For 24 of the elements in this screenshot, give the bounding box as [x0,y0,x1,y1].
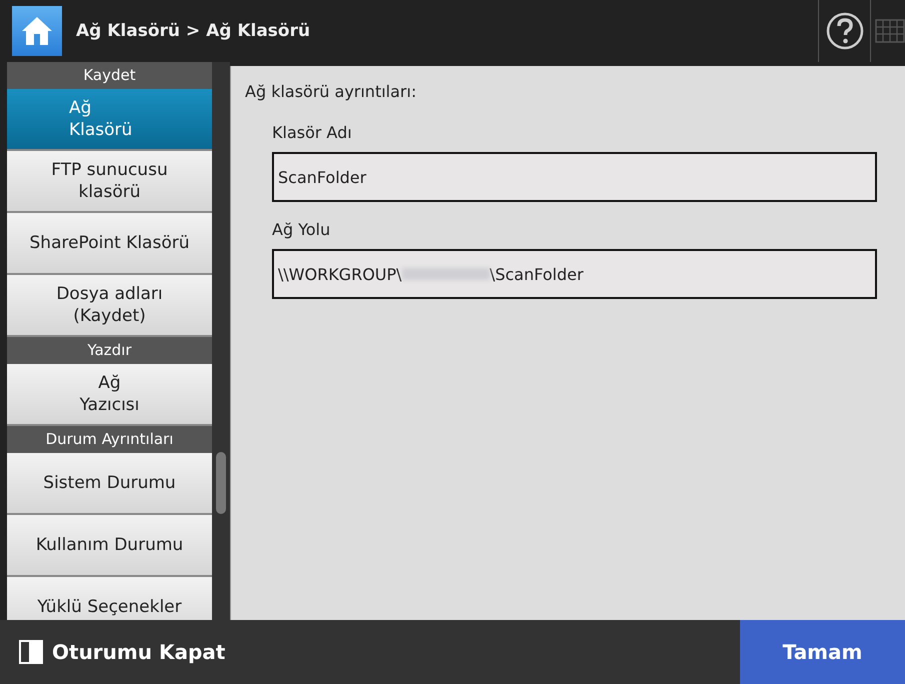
field-label: Ağ Yolu [272,220,332,239]
sidebar-section-header: Kaydet [7,62,212,89]
keyboard-icon [875,19,905,43]
sidebar-section-header: Durum Ayrıntıları [7,426,212,453]
sidebar-item[interactable]: Ağ Yazıcısı [7,364,212,424]
sidebar-item[interactable]: Yüklü Seçenekler [7,577,212,620]
breadcrumb: Ağ Klasörü > Ağ Klasörü [76,21,312,41]
input-field[interactable]: ScanFolder [272,152,877,202]
ok-button[interactable]: Tamam [740,620,905,684]
field-label: Klasör Adı [272,123,353,142]
sidebar-item[interactable]: Dosya adları (Kaydet) [7,275,212,335]
door-icon [18,639,44,665]
sidebar-item[interactable]: Sistem Durumu [7,453,212,513]
sidebar-item[interactable]: FTP sunucusu klasörü [7,151,212,211]
scrollbar-thumb[interactable] [216,452,226,514]
sidebar-item[interactable]: Kullanım Durumu [7,515,212,575]
sidebar-item[interactable]: Ağ Klasörü [7,89,212,149]
input-field[interactable]: \\WORKGROUP\ \ScanFolder [272,249,877,299]
house-icon [20,14,54,48]
sidebar-item[interactable]: SharePoint Klasörü [7,213,212,273]
help-icon [826,12,864,50]
home-button[interactable] [12,6,62,56]
sidebar-section-header: Yazdır [7,337,212,364]
section-heading: Ağ klasörü ayrıntıları: [245,82,418,101]
